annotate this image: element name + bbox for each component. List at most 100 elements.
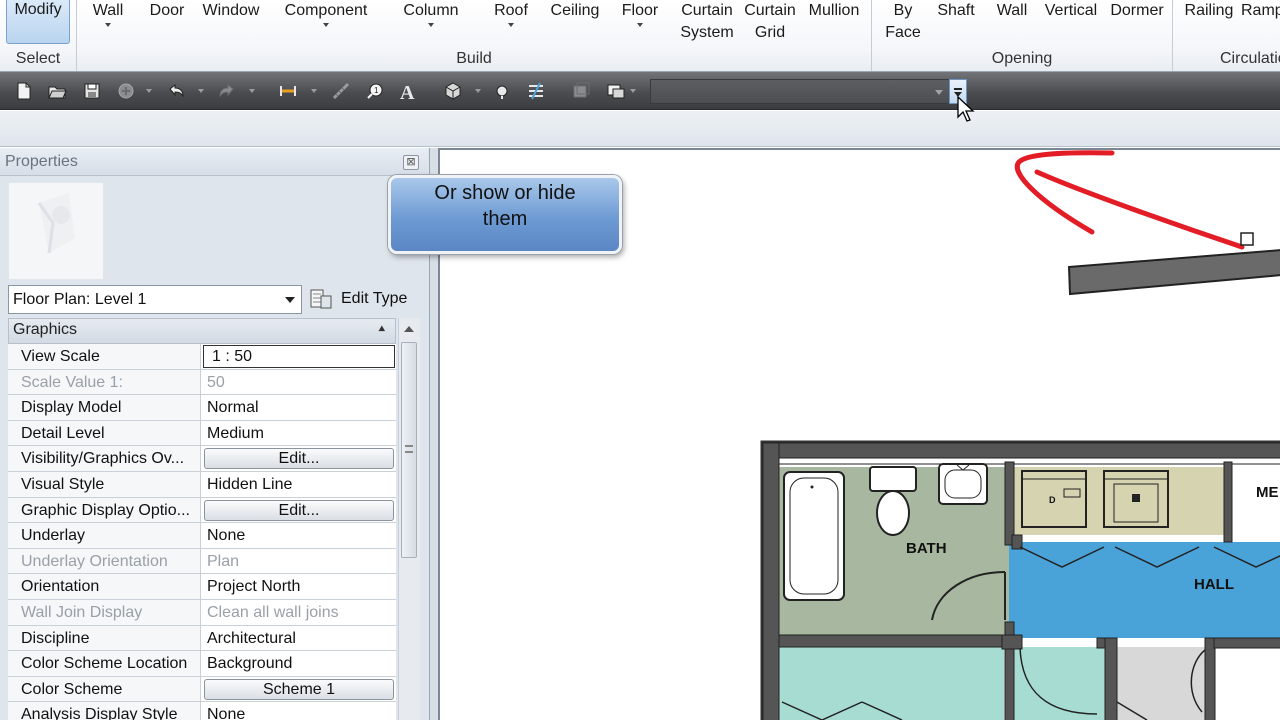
- text-icon[interactable]: A: [398, 81, 418, 101]
- property-row[interactable]: Color Scheme Scheme 1: [8, 676, 396, 703]
- toilet-icon: [869, 466, 917, 492]
- chevron-down-icon[interactable]: [249, 89, 255, 93]
- ceiling-button[interactable]: Ceiling: [548, 0, 602, 22]
- property-edit-button[interactable]: Edit...: [204, 448, 394, 470]
- chevron-down-icon[interactable]: [146, 89, 152, 93]
- redo-icon[interactable]: [217, 81, 237, 101]
- property-edit-button[interactable]: Scheme 1: [204, 678, 394, 700]
- opening-panel-label: Opening: [991, 50, 1053, 67]
- measure-icon[interactable]: [331, 81, 351, 101]
- chevron-down-icon[interactable]: [311, 89, 317, 93]
- property-value[interactable]: None: [201, 702, 396, 720]
- mullion-label: Mullion: [808, 2, 860, 19]
- properties-title-bar[interactable]: Properties ⊠: [0, 148, 428, 176]
- scroll-up-icon[interactable]: [404, 326, 414, 332]
- property-row[interactable]: Wall Join Display Clean all wall joins: [8, 599, 396, 626]
- floor-button[interactable]: Floor: [619, 0, 661, 30]
- curtain-grid-button[interactable]: Curtain Grid: [742, 0, 798, 44]
- property-row[interactable]: Underlay None: [8, 523, 396, 549]
- door-button[interactable]: Door: [146, 0, 188, 22]
- customize-bar-icon: [954, 88, 962, 90]
- property-row[interactable]: View Scale 1 : 50: [8, 344, 396, 370]
- workset-dropdown[interactable]: [650, 79, 950, 104]
- chevron-down-icon[interactable]: [198, 89, 204, 93]
- property-row[interactable]: Discipline Architectural: [8, 625, 396, 652]
- ramp-button[interactable]: Ramp: [1241, 0, 1280, 22]
- property-value[interactable]: None: [201, 523, 396, 548]
- dormer-button[interactable]: Dormer: [1107, 0, 1167, 22]
- property-row[interactable]: Color Scheme Location Background: [8, 651, 396, 677]
- property-row[interactable]: Visual Style Hidden Line: [8, 471, 396, 498]
- save-icon[interactable]: [82, 81, 102, 101]
- close-icon[interactable]: ⊠: [403, 155, 419, 170]
- edit-type-button[interactable]: Edit Type: [310, 285, 420, 314]
- wall-element[interactable]: [1067, 249, 1280, 296]
- open-folder-icon[interactable]: [47, 81, 67, 101]
- graphics-group-header[interactable]: Graphics ⯅: [8, 318, 396, 344]
- curtain-system-button[interactable]: Curtain System: [678, 0, 736, 44]
- property-value[interactable]: Medium: [201, 421, 396, 446]
- room-label-mech: ME: [1256, 484, 1279, 501]
- property-value[interactable]: Architectural: [201, 626, 396, 651]
- chevron-down-icon[interactable]: [475, 89, 481, 93]
- new-file-icon[interactable]: [14, 81, 34, 101]
- type-selector-dropdown[interactable]: Floor Plan: Level 1: [8, 285, 302, 314]
- property-row[interactable]: Orientation Project North: [8, 574, 396, 600]
- property-row[interactable]: Graphic Display Optio... Edit...: [8, 497, 396, 524]
- roof-button[interactable]: Roof: [492, 0, 530, 30]
- wall-opening-button[interactable]: Wall: [993, 0, 1031, 22]
- ceiling-label: Ceiling: [550, 2, 600, 19]
- floor-plan-preview-icon: [37, 193, 75, 254]
- tag-icon[interactable]: 1: [365, 81, 385, 101]
- properties-scrollbar[interactable]: [398, 318, 420, 720]
- synchronize-icon[interactable]: [116, 81, 136, 101]
- property-row[interactable]: Analysis Display Style None: [8, 702, 396, 720]
- property-row[interactable]: Underlay Orientation Plan: [8, 548, 396, 575]
- properties-grid: View Scale 1 : 50 Scale Value 1: 50 Display …: [8, 344, 396, 720]
- property-row[interactable]: Visibility/Graphics Ov... Edit...: [8, 446, 396, 472]
- close-hidden-windows-icon[interactable]: [571, 81, 591, 101]
- property-value[interactable]: Hidden Line: [201, 472, 396, 497]
- component-button[interactable]: Component: [280, 0, 372, 30]
- property-row[interactable]: Detail Level Medium: [8, 420, 396, 447]
- property-name: Scale Value 1:: [8, 369, 201, 395]
- property-value[interactable]: Project North: [201, 574, 396, 599]
- mullion-button[interactable]: Mullion: [804, 0, 864, 22]
- modify-button[interactable]: Modify: [6, 0, 70, 44]
- chevron-down-icon: [285, 297, 295, 303]
- property-value[interactable]: Normal: [201, 395, 396, 420]
- property-value-input[interactable]: 1 : 50: [203, 345, 395, 368]
- switch-windows-icon[interactable]: [606, 81, 626, 101]
- aligned-dimension-icon[interactable]: [278, 81, 298, 101]
- section-icon[interactable]: [492, 81, 512, 101]
- edit-type-label: Edit Type: [341, 290, 408, 307]
- mech-room-fill: [1232, 467, 1280, 535]
- property-name: Discipline: [8, 625, 201, 651]
- scroll-thumb[interactable]: [401, 342, 417, 558]
- collapse-icon[interactable]: ⯅: [377, 322, 387, 337]
- callout-line-1: Or show or hide: [434, 182, 576, 204]
- ramp-label: Ramp: [1241, 2, 1280, 19]
- property-value[interactable]: Background: [201, 651, 396, 676]
- thin-lines-icon[interactable]: [526, 81, 546, 101]
- wall-button[interactable]: Wall: [88, 0, 128, 30]
- shaft-button[interactable]: Shaft: [934, 0, 978, 22]
- column-button[interactable]: Column: [400, 0, 462, 30]
- window-button[interactable]: Window: [199, 0, 263, 22]
- undo-icon[interactable]: [166, 81, 186, 101]
- svg-text:A: A: [400, 82, 415, 101]
- selection-grip-icon[interactable]: [1240, 232, 1254, 246]
- railing-button[interactable]: Railing: [1182, 0, 1236, 22]
- by-face-sublabel: Face: [885, 24, 921, 41]
- property-edit-button[interactable]: Edit...: [204, 499, 394, 521]
- property-row[interactable]: Scale Value 1: 50: [8, 369, 396, 396]
- property-row[interactable]: Display Model Normal: [8, 395, 396, 421]
- chevron-down-icon[interactable]: [630, 89, 636, 93]
- modify-label: Modify: [14, 1, 62, 18]
- property-name: Underlay: [8, 523, 201, 548]
- by-face-button[interactable]: By Face: [884, 0, 922, 44]
- 3d-view-icon[interactable]: [443, 81, 463, 101]
- vertical-button[interactable]: Vertical: [1042, 0, 1100, 22]
- dormer-label: Dormer: [1110, 2, 1164, 19]
- tutorial-callout: Or show or hide them: [388, 175, 622, 254]
